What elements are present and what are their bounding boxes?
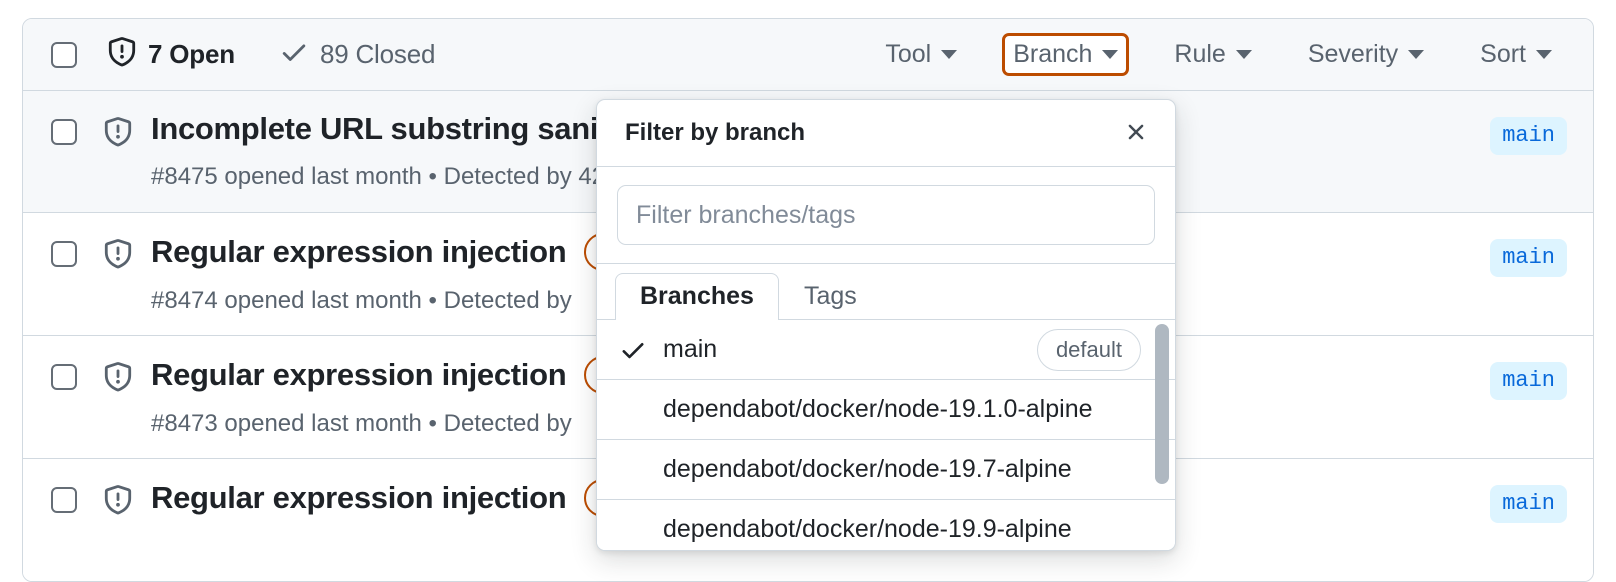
branch-list-scrollbar[interactable]: [1155, 324, 1169, 546]
chevron-down-icon: [941, 50, 957, 59]
alert-select-checkbox[interactable]: [51, 241, 77, 267]
alert-title[interactable]: Regular expression injection: [151, 357, 566, 393]
alert-meta-text: #8473 opened last month • Detected by: [151, 410, 572, 437]
branch-filter-input[interactable]: [617, 185, 1155, 245]
filter-sort-label: Sort: [1480, 42, 1526, 67]
default-branch-pill: default: [1037, 329, 1141, 371]
tab-branches[interactable]: Branches: [615, 273, 779, 320]
alert-title[interactable]: Regular expression injection: [151, 234, 566, 270]
closed-alerts-filter[interactable]: 89 Closed: [279, 37, 435, 72]
open-alerts-count: 7 Open: [148, 39, 235, 70]
alert-branch-cell: main: [1470, 356, 1567, 400]
branch-filter-field-wrap: [597, 167, 1175, 264]
shield-alert-icon: [103, 117, 133, 152]
chevron-down-icon: [1408, 50, 1424, 59]
branch-filter-popover: Filter by branch Branches Tags: [596, 99, 1176, 551]
tab-tags[interactable]: Tags: [779, 273, 882, 320]
branch-list-item[interactable]: dependabot/docker/node-19.9-alpine: [597, 500, 1175, 550]
filter-branch-label: Branch: [1013, 42, 1092, 67]
close-icon: [1123, 119, 1149, 148]
chevron-down-icon: [1102, 50, 1118, 59]
branch-badge[interactable]: main: [1490, 117, 1567, 155]
filter-rule-label: Rule: [1174, 42, 1225, 67]
alerts-toolbar-left: 7 Open 89 Closed: [51, 37, 874, 72]
branch-list: main default dependabot/docker/node-19.1…: [597, 320, 1175, 550]
alert-branch-cell: main: [1470, 233, 1567, 277]
select-all-checkbox[interactable]: [51, 42, 77, 68]
branch-popover-header: Filter by branch: [597, 100, 1175, 167]
alerts-filter-bar: Tool Branch Rule Severity Sort: [874, 33, 1567, 76]
filter-branch-dropdown[interactable]: Branch: [1002, 33, 1129, 76]
chevron-down-icon: [1236, 50, 1252, 59]
alert-title[interactable]: Regular expression injection: [151, 480, 566, 516]
tab-branches-label: Branches: [640, 282, 754, 310]
branch-list-item-label: dependabot/docker/node-19.7-alpine: [663, 455, 1159, 484]
branch-popover-tabs: Branches Tags: [597, 264, 1175, 320]
alert-select-checkbox[interactable]: [51, 364, 77, 390]
chevron-down-icon: [1536, 50, 1552, 59]
check-icon: [279, 37, 309, 72]
alert-title[interactable]: Incomplete URL substring sanit: [151, 111, 608, 147]
alert-select-checkbox[interactable]: [51, 487, 77, 513]
branch-list-item[interactable]: dependabot/docker/node-19.1.0-alpine: [597, 380, 1175, 440]
open-alerts-filter[interactable]: 7 Open: [107, 37, 235, 72]
filter-rule-dropdown[interactable]: Rule: [1163, 33, 1262, 76]
shield-alert-icon: [103, 485, 133, 520]
alert-branch-cell: main: [1470, 479, 1567, 523]
filter-severity-label: Severity: [1308, 42, 1398, 67]
alerts-toolbar: 7 Open 89 Closed Tool Bran: [23, 19, 1593, 91]
branch-list-item-label: main: [663, 335, 1037, 364]
branch-popover-title: Filter by branch: [625, 119, 805, 147]
shield-alert-icon: [107, 37, 137, 72]
branch-badge[interactable]: main: [1490, 485, 1567, 523]
filter-sort-dropdown[interactable]: Sort: [1469, 33, 1563, 76]
screen: 7 Open 89 Closed Tool Bran: [0, 0, 1616, 578]
check-icon: [619, 336, 663, 364]
alert-meta-text: #8475 opened last month • Detected by: [151, 163, 578, 190]
alert-select-checkbox[interactable]: [51, 119, 77, 145]
shield-alert-icon: [103, 239, 133, 274]
branch-list-item[interactable]: dependabot/docker/node-19.7-alpine: [597, 440, 1175, 500]
closed-alerts-count: 89 Closed: [320, 39, 435, 70]
alert-branch-cell: main: [1470, 111, 1567, 155]
alert-meta-text: #8474 opened last month • Detected by: [151, 287, 572, 314]
filter-tool-label: Tool: [885, 42, 931, 67]
scrollbar-thumb[interactable]: [1155, 324, 1169, 484]
branch-list-item[interactable]: main default: [597, 320, 1175, 380]
branch-badge[interactable]: main: [1490, 239, 1567, 277]
branch-list-item-label: dependabot/docker/node-19.9-alpine: [663, 515, 1159, 544]
tab-tags-label: Tags: [804, 282, 857, 310]
filter-severity-dropdown[interactable]: Severity: [1297, 33, 1435, 76]
branch-list-item-label: dependabot/docker/node-19.1.0-alpine: [663, 395, 1159, 424]
branch-badge[interactable]: main: [1490, 362, 1567, 400]
shield-alert-icon: [103, 362, 133, 397]
close-button[interactable]: [1119, 116, 1153, 150]
filter-tool-dropdown[interactable]: Tool: [874, 33, 968, 76]
